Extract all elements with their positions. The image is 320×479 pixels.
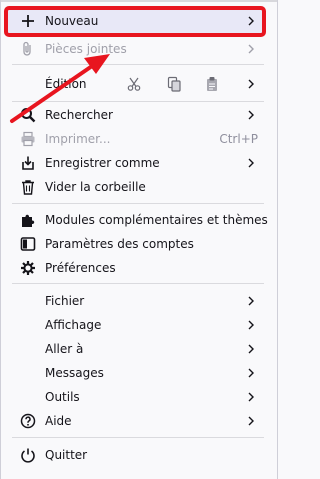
red-arrow	[10, 54, 110, 123]
app-menu-panel: Nouveau Pièces jointes Édition Recherche…	[0, 0, 278, 479]
